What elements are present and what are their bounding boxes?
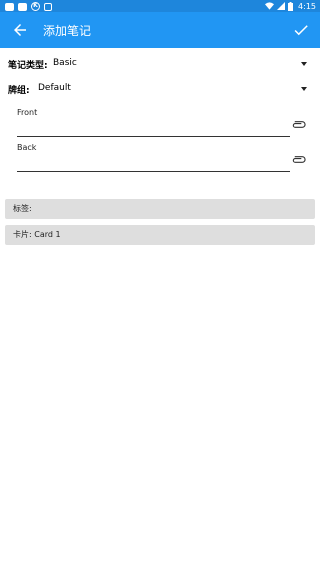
front-field-label: Front: [17, 108, 38, 117]
status-left-icons: K: [5, 2, 52, 11]
note-type-value[interactable]: Basic: [53, 58, 77, 68]
attachment-icon[interactable]: [291, 120, 306, 129]
deck-label: 牌组:: [8, 86, 30, 96]
status-right-icons: 4:15: [265, 0, 316, 12]
status-bar: K 4:15: [0, 0, 320, 12]
attachment-icon[interactable]: [291, 155, 306, 164]
dropdown-arrow-icon[interactable]: [301, 87, 307, 91]
app-bar: 添加笔记: [0, 12, 320, 48]
front-field[interactable]: Front: [0, 102, 320, 137]
back-field-label: Back: [17, 143, 37, 152]
notification-icon: [5, 2, 14, 11]
cards-button[interactable]: 卡片: Card 1: [5, 225, 315, 245]
notification-icon: [18, 2, 27, 11]
deck-value[interactable]: Default: [38, 83, 71, 93]
dropdown-arrow-icon[interactable]: [301, 62, 307, 66]
arrow-back-icon[interactable]: [11, 21, 29, 39]
status-time: 4:15: [298, 1, 316, 11]
back-field-underline: [17, 171, 290, 172]
note-type-label: 笔记类型:: [8, 61, 48, 71]
check-icon[interactable]: [292, 21, 310, 39]
back-field[interactable]: Back: [0, 137, 320, 172]
note-type-row[interactable]: 笔记类型: Basic: [0, 50, 320, 75]
ankidroid-icon: [44, 2, 52, 11]
signal-icon: [277, 2, 286, 10]
wifi-icon: [265, 2, 275, 10]
page-title: 添加笔记: [43, 24, 92, 38]
tags-button[interactable]: 标签:: [5, 199, 315, 219]
battery-icon: [288, 1, 294, 11]
deck-row[interactable]: 牌组: Default: [0, 75, 320, 100]
k-icon: K: [31, 2, 40, 11]
